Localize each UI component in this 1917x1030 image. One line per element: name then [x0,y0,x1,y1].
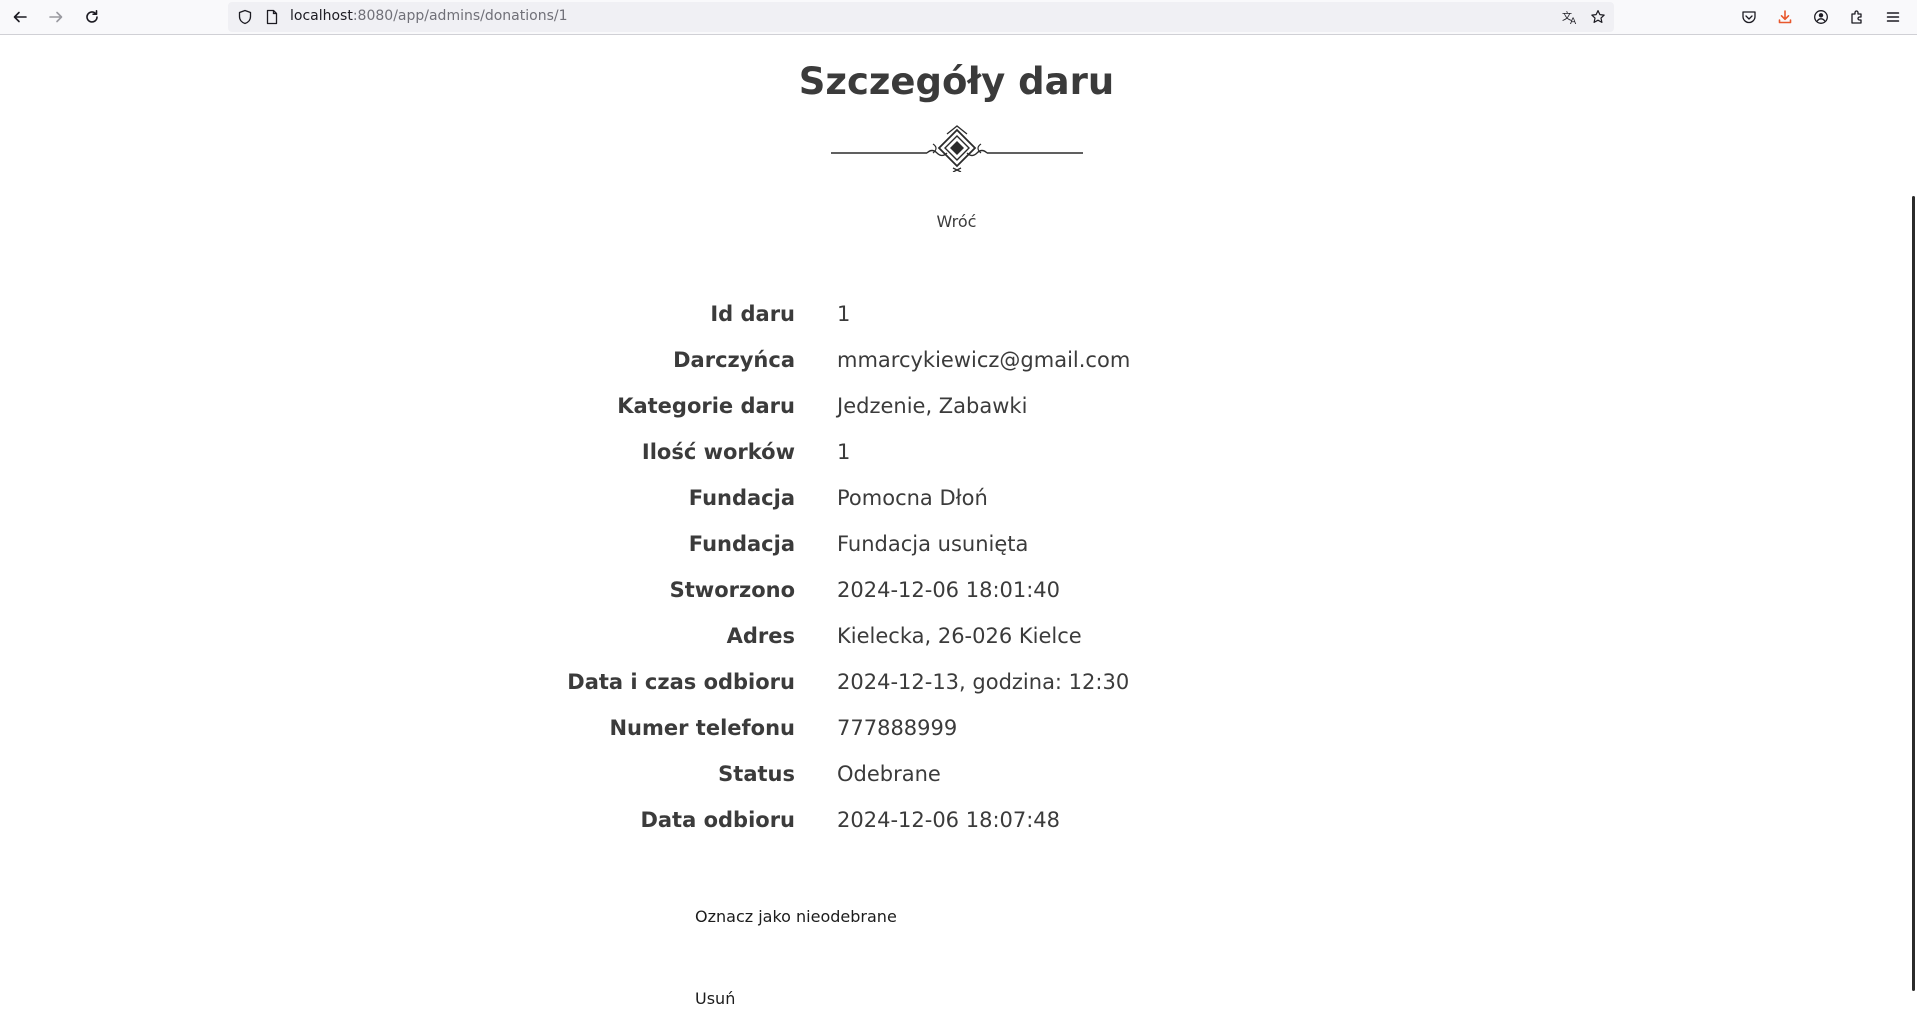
forward-button[interactable] [42,3,70,31]
delete-button[interactable]: Usuń [695,989,735,1008]
detail-label: Status [718,762,795,786]
detail-label: Darczyńca [673,348,795,372]
detail-row: Id daru 1 [0,292,1913,338]
decorative-ornament [831,125,1083,172]
detail-row: Numer telefonu 777888999 [0,706,1913,752]
detail-row: Data odbioru 2024-12-06 18:07:48 [0,798,1913,844]
detail-row: Status Odebrane [0,752,1913,798]
detail-value: 1 [837,440,851,464]
url-text[interactable]: localhost:8080/app/admins/donations/1 [290,8,568,24]
url-path: :8080/app/admins/donations/1 [352,8,568,24]
detail-value: 2024-12-06 18:01:40 [837,578,1061,602]
detail-row: Ilość worków 1 [0,430,1913,476]
detail-label: Stworzono [669,578,795,602]
detail-value: 777888999 [837,716,958,740]
arrow-right-icon [49,11,63,23]
account-icon [1814,10,1828,24]
detail-value: Kielecka, 26-026 Kielce [837,624,1082,648]
detail-row: Stworzono 2024-12-06 18:01:40 [0,568,1913,614]
detail-label: Kategorie daru [617,394,795,418]
detail-label: Numer telefonu [609,716,795,740]
browser-toolbar: localhost:8080/app/admins/donations/1 文A [0,0,1917,35]
downloads-button[interactable] [1772,4,1798,30]
page-icon[interactable] [264,9,280,25]
page-title: Szczegóły daru [798,60,1115,103]
detail-label: Fundacja [688,486,795,510]
detail-label: Id daru [710,302,795,326]
detail-label: Adres [726,624,795,648]
reload-icon [86,10,98,23]
detail-row: Data i czas odbioru 2024-12-13, godzina:… [0,660,1913,706]
detail-value: Pomocna Dłoń [837,486,988,510]
detail-label: Data odbioru [640,808,795,832]
back-link[interactable]: Wróć [0,212,1913,231]
reload-button[interactable] [78,3,106,31]
detail-row: Kategorie daru Jedzenie, Zabawki [0,384,1913,430]
detail-label: Data i czas odbioru [567,670,795,694]
mark-uncollected-button[interactable]: Oznacz jako nieodebrane [695,907,897,926]
detail-value: Jedzenie, Zabawki [837,394,1028,418]
scrollbar-thumb[interactable] [1912,196,1915,991]
extensions-button[interactable] [1844,4,1870,30]
detail-row: Darczyńca mmarcykiewicz@gmail.com [0,338,1913,384]
translate-icon[interactable]: 文A [1562,9,1578,25]
detail-value: Fundacja usunięta [837,532,1029,556]
menu-button[interactable] [1880,4,1906,30]
arrow-left-icon [13,11,27,23]
detail-row: Fundacja Pomocna Dłoń [0,476,1913,522]
pocket-button[interactable] [1736,4,1762,30]
url-host: localhost [290,8,353,24]
hamburger-menu-icon [1886,12,1900,22]
detail-value: 2024-12-06 18:07:48 [837,808,1061,832]
detail-value: 2024-12-13, godzina: 12:30 [837,670,1130,694]
detail-value: Odebrane [837,762,941,786]
detail-label: Fundacja [688,532,795,556]
star-icon[interactable] [1590,9,1606,25]
shield-icon[interactable] [237,9,253,25]
download-icon [1778,10,1792,24]
url-bar[interactable]: localhost:8080/app/admins/donations/1 文A [228,2,1614,32]
page-content: Szczegóły daru Wróć Id daru 1 Darczyńca … [0,36,1917,1030]
detail-label: Ilość worków [641,440,795,464]
detail-row: Adres Kielecka, 26-026 Kielce [0,614,1913,660]
pocket-icon [1742,11,1756,24]
back-button[interactable] [6,3,34,31]
detail-value: 1 [837,302,851,326]
puzzle-icon [1851,10,1862,24]
detail-value: mmarcykiewicz@gmail.com [837,348,1131,372]
svg-text:A: A [1570,17,1577,25]
detail-row: Fundacja Fundacja usunięta [0,522,1913,568]
account-button[interactable] [1808,4,1834,30]
